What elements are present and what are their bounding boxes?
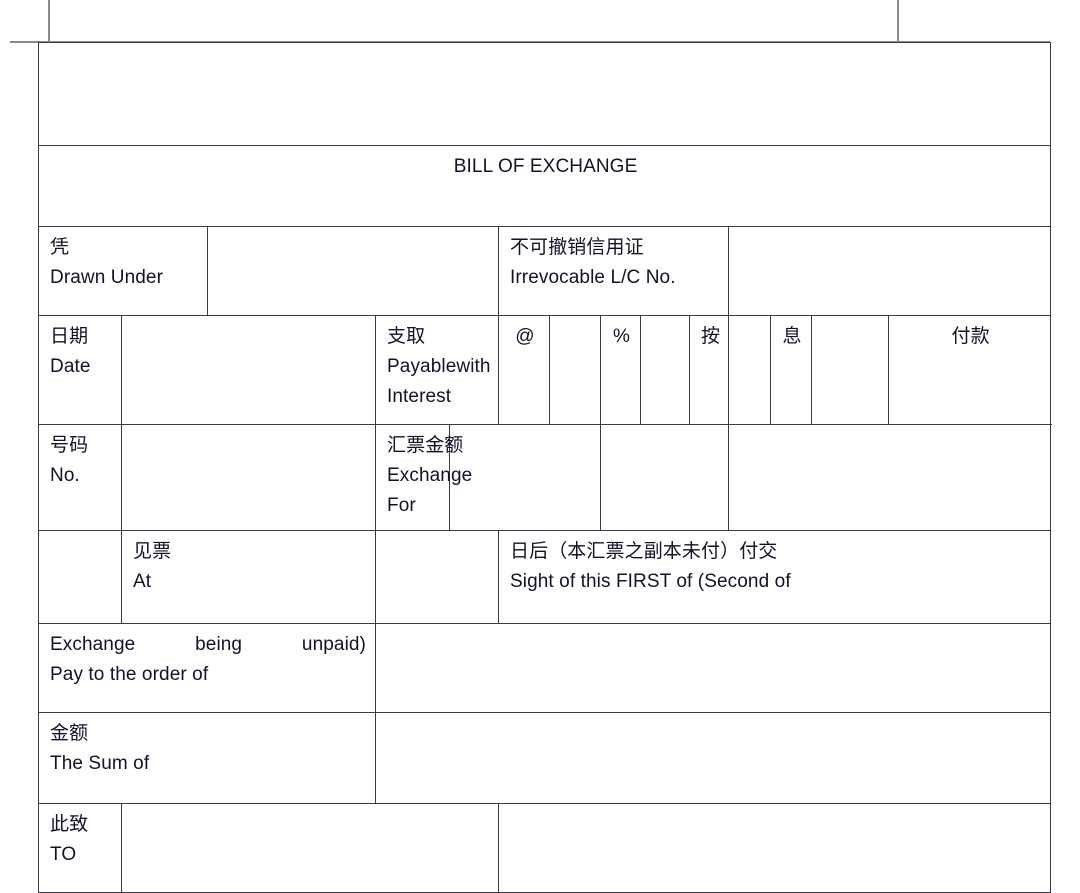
table-row-sum-of: 金额 The Sum of (38, 712, 1052, 804)
with-word: with (456, 356, 491, 377)
percent-symbol-cell: % (600, 315, 641, 425)
payable-label-en-line1: Payable with (387, 352, 491, 382)
number-label-cn: 号码 (50, 435, 89, 456)
pay-order-line1: Exchange being unpaid) (50, 630, 366, 660)
table-row-date: 日期 Date 支取 Payable with Interest @ % 按 息… (38, 315, 1052, 425)
xi-label-cell: 息 (770, 315, 812, 425)
at-tenor-field[interactable] (375, 530, 499, 624)
exchange-label-en-1: Exchange (387, 465, 473, 486)
lc-number-label-en: Irrevocable L/C No. (510, 267, 676, 288)
table-row-to: 此致 TO (38, 803, 1052, 893)
drawn-under-label-en: Drawn Under (50, 267, 164, 288)
bill-of-exchange-table: BILL OF EXCHANGE 凭 Drawn Under 不可撤销信用证 I… (37, 42, 1052, 893)
number-value-field[interactable] (121, 424, 376, 531)
at-row-left-blank-field[interactable] (38, 530, 122, 624)
payee-field[interactable] (374, 623, 1052, 713)
table-row-drawn-under: 凭 Drawn Under 不可撤销信用证 Irrevocable L/C No… (38, 226, 1052, 316)
bill-of-exchange-form: BILL OF EXCHANGE 凭 Drawn Under 不可撤销信用证 I… (37, 42, 1052, 893)
at-symbol-cell: @ (498, 315, 550, 425)
payable-label-cn: 支取 (387, 326, 426, 347)
an-label-cn: 按 (701, 326, 721, 347)
date-label-en: Date (50, 356, 91, 377)
pay-order-label-cell: Exchange being unpaid) Pay to the order … (38, 623, 376, 713)
sum-of-label-en: The Sum of (50, 753, 150, 774)
sum-of-label-cn: 金额 (50, 723, 89, 744)
fukuan-label-cn: 付款 (951, 326, 990, 347)
sum-of-field[interactable] (374, 712, 1052, 804)
unpaid-word: unpaid) (301, 634, 366, 655)
exchange-for-label-cell: 汇票金额 Exchange For (375, 424, 473, 531)
table-row-at-sight: 见票 At 日后（本汇票之副本未付）付交 Sight of this FIRST… (38, 530, 1052, 624)
percent-symbol: % (613, 326, 630, 347)
xi-label-cn: 息 (782, 326, 802, 347)
exchange-label-cn: 汇票金额 (387, 435, 464, 456)
table-row-number: 号码 No. 汇票金额 Exchange For (38, 424, 1052, 531)
payable-word: Payable (387, 356, 457, 377)
crop-mark-top-right (897, 0, 899, 42)
to-right-field[interactable] (497, 803, 1052, 893)
table-row-header-band (37, 42, 1052, 146)
to-label-cn: 此致 (50, 814, 89, 835)
interest-word: Interest (387, 386, 452, 407)
table-row-pay-order: Exchange being unpaid) Pay to the order … (38, 623, 1052, 713)
to-label-cell: 此致 TO (38, 803, 122, 893)
an-label-cell: 按 (689, 315, 729, 425)
exchange-extra-field-1[interactable] (600, 424, 729, 531)
payable-interest-label-cell: 支取 Payable with Interest (375, 315, 499, 425)
at-symbol: @ (515, 326, 535, 347)
lc-number-label-cn: 不可撤销信用证 (510, 237, 644, 258)
at-label-cell: 见票 At (121, 530, 376, 624)
to-label-en: TO (50, 844, 77, 865)
number-label-en: No. (50, 465, 80, 486)
sight-clause-en: Sight of this FIRST of (Second of (510, 571, 791, 592)
number-label-cell: 号码 No. (38, 424, 122, 531)
page-title: BILL OF EXCHANGE (37, 145, 1052, 227)
sum-of-label-cell: 金额 The Sum of (38, 712, 376, 804)
sight-clause-cell: 日后（本汇票之副本未付）付交 Sight of this FIRST of (S… (497, 530, 1052, 624)
interest-rate-field[interactable] (549, 315, 601, 425)
date-label-cn: 日期 (50, 326, 89, 347)
header-blank-cell[interactable] (37, 42, 1052, 146)
exchange-extra-field-2[interactable] (727, 424, 1052, 531)
being-word: being (195, 634, 243, 655)
at-label-cn: 见票 (133, 541, 172, 562)
drawn-under-label-cell: 凭 Drawn Under (38, 226, 208, 316)
drawn-under-value-field[interactable] (207, 226, 499, 316)
lc-number-label-cell: 不可撤销信用证 Irrevocable L/C No. (498, 226, 729, 316)
exchange-label-en-2: For (387, 495, 416, 516)
table-row-title: BILL OF EXCHANGE (37, 145, 1052, 227)
lc-number-value-field[interactable] (727, 226, 1052, 316)
exchange-word: Exchange (50, 634, 136, 655)
drawn-under-label-cn: 凭 (50, 237, 70, 258)
pay-order-line2: Pay to the order of (50, 664, 209, 685)
exchange-amount-field[interactable] (449, 424, 601, 531)
date-label-cell: 日期 Date (38, 315, 122, 425)
drawee-field[interactable] (121, 803, 499, 893)
fukuan-label-cell: 付款 (887, 315, 1052, 425)
rate-spacer-field-1[interactable] (640, 315, 690, 425)
date-value-field[interactable] (121, 315, 376, 425)
sight-clause-cn: 日后（本汇票之副本未付）付交 (510, 541, 778, 562)
rate-spacer-field-2[interactable] (728, 315, 771, 425)
at-label-en: At (133, 571, 152, 592)
rate-spacer-field-3[interactable] (811, 315, 889, 425)
crop-mark-top-left (48, 0, 50, 42)
